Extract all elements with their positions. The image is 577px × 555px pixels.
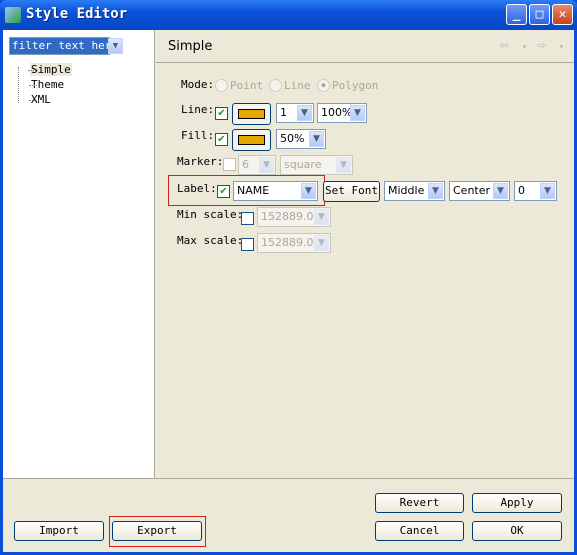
label-vertical-value: Middle [388,184,425,197]
filter-dropdown-chevron-icon[interactable]: ▼ [108,38,123,54]
chevron-down-icon: ▼ [314,235,329,251]
maximize-button[interactable]: □ [529,4,550,25]
chevron-down-icon: ▼ [350,105,365,121]
line-color-button[interactable] [232,103,271,125]
marker-label: Marker: [177,155,224,168]
fill-color-button[interactable] [232,129,271,151]
fill-checkbox[interactable]: ✔ [215,133,228,146]
forward-arrow-icon[interactable]: ⇨ [537,37,545,53]
forward-menu-chevron-icon[interactable]: ▾ [559,42,564,51]
mode-point-label: Point [230,79,264,92]
max-scale-checkbox[interactable] [241,238,254,251]
max-scale-label: Max scale: [177,234,244,247]
label-field-select[interactable]: NAME ▼ [233,181,318,201]
fill-opacity-value: 50% [280,132,305,145]
export-button[interactable]: Export [112,521,202,541]
min-scale-checkbox[interactable] [241,212,254,225]
import-button[interactable]: Import [14,521,104,541]
tree-item-xml[interactable]: XML [29,93,51,106]
tree-item-simple[interactable]: Simple [28,63,72,76]
chevron-down-icon: ▼ [301,183,316,199]
divider [3,478,574,479]
set-font-button[interactable]: Set Font [323,181,380,202]
min-scale-value: 152889.0 [261,210,314,223]
chevron-down-icon: ▼ [336,157,351,173]
chevron-down-icon: ▼ [309,131,324,147]
chevron-down-icon: ▼ [259,157,274,173]
line-checkbox[interactable]: ✔ [215,107,228,120]
marker-shape-value: square [284,158,322,171]
filter-input[interactable]: filter text here [9,37,110,55]
line-width-value: 1 [280,106,287,119]
label-horizontal-value: Center [453,184,491,197]
close-button[interactable]: ✕ [552,4,573,25]
fill-label: Fill: [181,129,215,142]
cancel-button[interactable]: Cancel [375,521,464,541]
line-label: Line: [181,103,215,116]
min-scale-label: Min scale: [177,208,244,221]
label-rotation-select[interactable]: 0 ▼ [514,181,557,201]
chevron-down-icon: ▼ [314,209,329,225]
marker-size-select[interactable]: 6 ▼ [238,155,276,175]
sidebar [3,30,155,478]
chevron-down-icon: ▼ [297,105,312,121]
marker-checkbox[interactable] [223,158,236,171]
chevron-down-icon: ▼ [540,183,555,199]
minimize-button[interactable]: _ [506,4,527,25]
label-field-value: NAME [237,184,270,197]
label-label: Label: [177,182,217,195]
mode-polygon-label: Polygon [332,79,379,92]
line-width-select[interactable]: 1 ▼ [276,103,314,123]
mode-line-label: Line [284,79,311,92]
page-title: Simple [168,39,213,54]
marker-size-value: 6 [242,158,249,171]
label-checkbox[interactable]: ✔ [217,185,230,198]
label-horizontal-select[interactable]: Center ▼ [449,181,510,201]
marker-shape-select[interactable]: square ▼ [280,155,353,175]
max-scale-value: 152889.0 [261,236,314,249]
line-opacity-select[interactable]: 100% ▼ [317,103,367,123]
label-vertical-select[interactable]: Middle ▼ [384,181,445,201]
tree-item-theme[interactable]: Theme [28,78,64,91]
mode-label: Mode: [181,78,215,91]
revert-button[interactable]: Revert [375,493,464,513]
page-header [156,30,574,63]
apply-button[interactable]: Apply [472,493,562,513]
tree-lines [18,67,19,103]
app-icon [5,7,21,23]
back-arrow-icon[interactable]: ⇦ [500,37,508,53]
fill-opacity-select[interactable]: 50% ▼ [276,129,326,149]
mode-point-radio[interactable] [215,79,228,92]
max-scale-select[interactable]: 152889.0 ▼ [257,233,331,253]
ok-button[interactable]: OK [472,521,562,541]
min-scale-select[interactable]: 152889.0 ▼ [257,207,331,227]
back-menu-chevron-icon[interactable]: ▾ [522,42,527,51]
mode-polygon-radio[interactable]: ● [317,79,330,92]
chevron-down-icon: ▼ [493,183,508,199]
line-opacity-value: 100% [321,106,353,119]
label-rotation-value: 0 [518,184,525,197]
fill-color-swatch [238,135,265,145]
mode-line-radio[interactable] [269,79,282,92]
window-title: Style Editor [26,6,128,22]
line-color-swatch [238,109,265,119]
chevron-down-icon: ▼ [428,183,443,199]
